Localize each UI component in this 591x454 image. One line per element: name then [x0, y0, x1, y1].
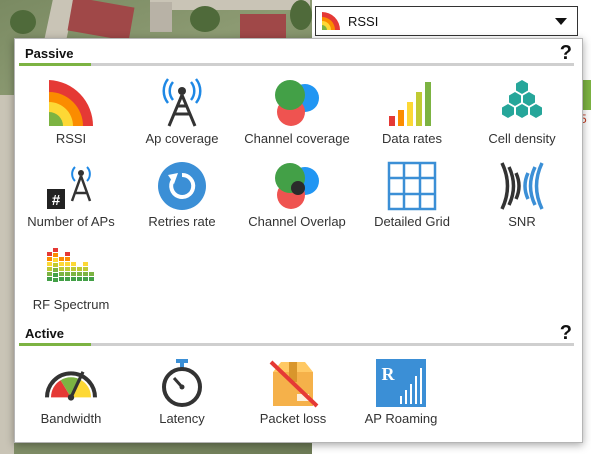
number-of-aps-icon: # [47, 166, 92, 209]
active-item-bandwidth[interactable]: Bandwidth [15, 357, 127, 435]
item-label: Latency [159, 411, 205, 426]
item-label: Retries rate [148, 214, 216, 229]
section-divider [19, 63, 574, 66]
passive-item-rssi[interactable]: RSSI [15, 77, 127, 155]
active-item-latency[interactable]: Latency [126, 357, 238, 435]
item-label: Cell density [488, 131, 556, 146]
retry-arrow-icon [158, 162, 206, 210]
active-help-icon[interactable]: ? [560, 322, 572, 345]
crossed-package-icon [269, 360, 319, 408]
passive-section-header: Passive ? [19, 42, 574, 66]
passive-item-data-rates[interactable]: Data rates [356, 77, 468, 155]
item-label: Detailed Grid [374, 214, 450, 229]
rssi-heatmap-icon [322, 12, 340, 30]
antenna-tower-icon [162, 78, 202, 127]
passive-item-ap-coverage[interactable]: Ap coverage [126, 77, 238, 155]
rssi-heatmap-icon [49, 80, 94, 126]
item-label: Packet loss [259, 411, 327, 426]
data-rates-bars-icon [389, 82, 431, 126]
passive-item-channel-overlap[interactable]: Channel Overlap [241, 160, 353, 238]
select-value: RSSI [348, 13, 379, 29]
gauge-icon [45, 371, 97, 401]
item-label: RSSI [55, 131, 87, 146]
active-section-header: Active ? [19, 322, 574, 346]
passive-item-number-of-aps[interactable]: # Number of APs [15, 160, 127, 238]
chevron-down-icon[interactable] [555, 17, 567, 25]
active-item-packet-loss[interactable]: Packet loss [237, 357, 349, 435]
passive-item-retries-rate[interactable]: Retries rate [126, 160, 238, 238]
passive-item-snr[interactable]: SNR [466, 160, 578, 238]
item-label: Ap coverage [145, 131, 219, 146]
channel-overlap-icon [275, 163, 319, 209]
item-label: RF Spectrum [32, 297, 110, 312]
section-divider [19, 343, 574, 346]
item-label: AP Roaming [364, 411, 438, 426]
active-section-title: Active [25, 326, 65, 341]
passive-item-rf-spectrum[interactable]: RF Spectrum [15, 243, 127, 321]
heatmap-view-select[interactable]: RSSI [315, 6, 578, 36]
item-label: Channel Overlap [248, 214, 346, 229]
item-label: Channel coverage [244, 131, 350, 146]
ap-roaming-icon: R [376, 359, 426, 407]
item-label: Number of APs [27, 214, 115, 229]
channel-circles-icon [275, 80, 319, 126]
stopwatch-icon [162, 359, 202, 407]
item-label: Bandwidth [40, 411, 102, 426]
rf-spectrum-icon [47, 248, 94, 282]
passive-item-detailed-grid[interactable]: Detailed Grid [356, 160, 468, 238]
item-label: SNR [508, 214, 536, 229]
passive-section-title: Passive [25, 46, 74, 61]
grid-icon [387, 161, 437, 211]
active-item-ap-roaming[interactable]: R AP Roaming [345, 357, 457, 435]
snr-waves-icon [500, 162, 544, 210]
svg-text:#: # [52, 192, 61, 209]
hexagon-cluster-icon [502, 80, 542, 118]
passive-item-cell-density[interactable]: Cell density [466, 77, 578, 155]
item-label: Data rates [382, 131, 442, 146]
passive-help-icon[interactable]: ? [560, 42, 572, 65]
passive-item-channel-coverage[interactable]: Channel coverage [241, 77, 353, 155]
svg-text:R: R [382, 364, 396, 384]
heatmap-type-panel: Passive ? RSSI Ap coverage Channel cover… [14, 38, 583, 443]
